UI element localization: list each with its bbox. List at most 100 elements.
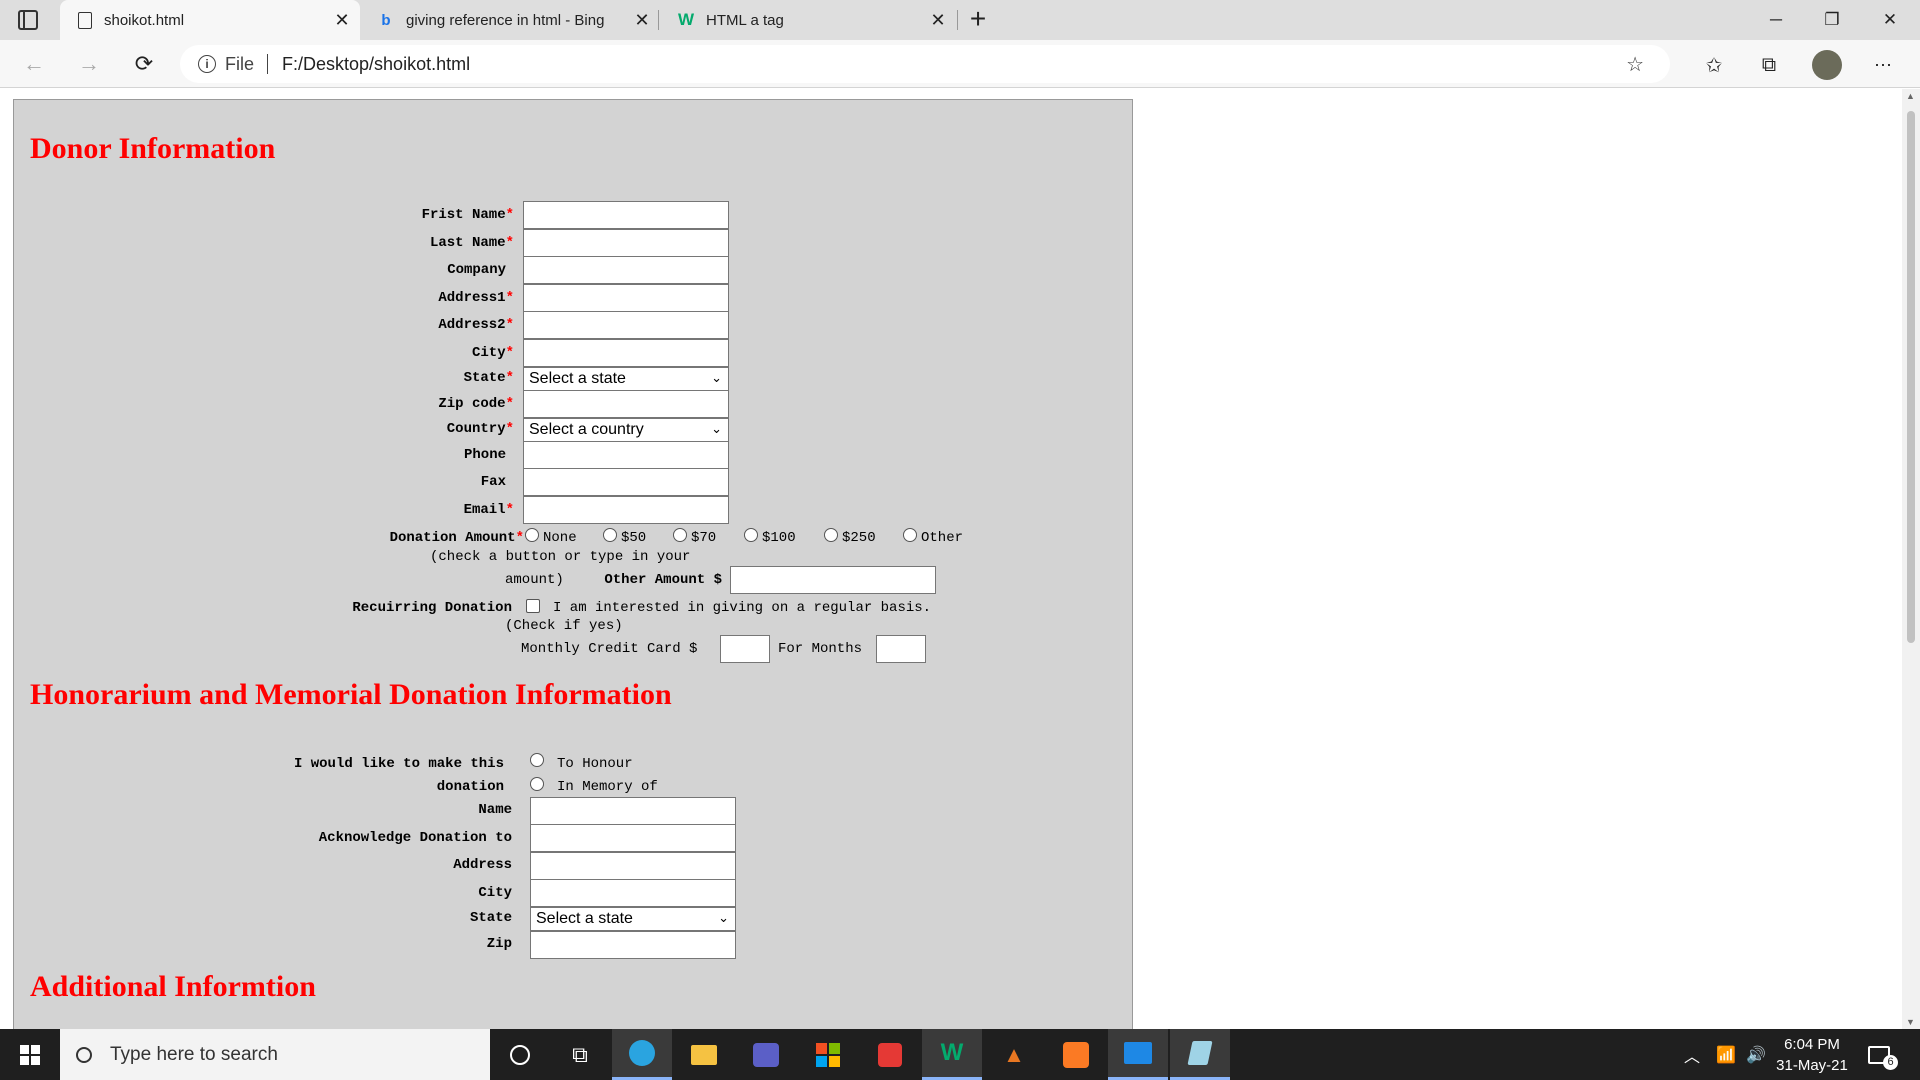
cortana-icon[interactable] [490, 1029, 550, 1080]
donor-info-heading: Donor Information [30, 132, 276, 165]
new-tab-button[interactable]: + [962, 2, 994, 38]
close-tab-icon[interactable]: ✕ [330, 8, 354, 32]
restore-icon[interactable]: ❐ [1804, 0, 1860, 40]
fax-label: Fax [480, 474, 506, 490]
tab-w3schools[interactable]: W HTML a tag ✕ [660, 0, 956, 40]
avatar[interactable] [1810, 48, 1844, 82]
first-name-input[interactable] [523, 201, 729, 229]
task-view-icon[interactable]: ⧉ [550, 1029, 610, 1080]
windows-start-icon[interactable] [0, 1029, 60, 1080]
first-name-label: Frist Name* [421, 207, 514, 223]
favorites-icon[interactable]: ✩ [1697, 48, 1731, 82]
refresh-icon[interactable]: ⟳ [128, 48, 160, 80]
address2-input[interactable] [523, 311, 729, 339]
tab-bing[interactable]: b giving reference in html - Bing ✕ [360, 0, 660, 40]
search-placeholder: Type here to search [110, 1043, 278, 1065]
monthly-amount-input[interactable] [720, 635, 770, 663]
donation-other-radio[interactable] [903, 528, 917, 542]
zip-input[interactable] [523, 390, 729, 418]
email-input[interactable] [523, 496, 729, 524]
volume-icon[interactable]: 🔊 [1746, 1029, 1766, 1080]
taskbar-search[interactable]: Type here to search [60, 1029, 490, 1080]
donation-100-radio[interactable] [744, 528, 758, 542]
address1-input[interactable] [523, 284, 729, 312]
microsoft-store-icon[interactable] [798, 1029, 858, 1080]
donation-50-radio[interactable] [603, 528, 617, 542]
edge-icon[interactable] [612, 1029, 672, 1080]
memory-radio[interactable] [530, 777, 544, 791]
recurring-checkbox[interactable] [526, 599, 540, 613]
state-select[interactable]: Select a state ⌄ [523, 367, 729, 391]
tab-shoikot[interactable]: shoikot.html ✕ [60, 0, 360, 40]
scroll-down-icon[interactable]: ▼ [1906, 1017, 1915, 1027]
months-label: For Months [778, 641, 863, 657]
scroll-up-icon[interactable]: ▲ [1906, 91, 1915, 101]
notepad-icon[interactable] [1170, 1029, 1230, 1080]
teams-icon[interactable] [736, 1029, 796, 1080]
address-divider [267, 54, 269, 74]
last-name-input[interactable] [523, 229, 729, 257]
clock-time: 6:04 PM [1784, 1035, 1840, 1053]
acknowledge-label: Acknowledge Donation to [318, 830, 512, 846]
file-explorer-icon[interactable] [674, 1029, 734, 1080]
notifications-icon[interactable]: 6 [1868, 1029, 1898, 1080]
chevron-down-icon: ⌄ [718, 910, 729, 925]
info-icon[interactable]: i [198, 55, 216, 73]
honour-radio[interactable] [530, 753, 544, 767]
country-select[interactable]: Select a country ⌄ [523, 418, 729, 442]
photos-icon[interactable] [1108, 1029, 1168, 1080]
address-bar[interactable]: i File F:/Desktop/shoikot.html ☆ [180, 45, 1670, 83]
close-tab-icon[interactable]: ✕ [926, 8, 950, 32]
close-window-icon[interactable]: ✕ [1862, 0, 1918, 40]
url-text[interactable]: F:/Desktop/shoikot.html [282, 54, 470, 75]
back-icon[interactable]: ← [18, 48, 50, 80]
matlab-icon[interactable]: ▲ [984, 1029, 1044, 1080]
close-tab-icon[interactable]: ✕ [630, 8, 654, 32]
fax-input[interactable] [523, 468, 729, 496]
w3-app-icon[interactable]: W [922, 1029, 982, 1080]
tab-label: giving reference in html - Bing [406, 11, 605, 29]
clock[interactable]: 6:04 PM 31-May-21 [1772, 1029, 1852, 1080]
honor-state-select[interactable]: Select a state ⌄ [530, 907, 736, 931]
honor-name-input[interactable] [530, 797, 736, 825]
scrollbar-thumb[interactable] [1907, 111, 1915, 643]
donation-70-radio[interactable] [673, 528, 687, 542]
company-input[interactable] [523, 256, 729, 284]
more-icon[interactable]: ⋯ [1866, 48, 1900, 82]
recurring-hint: (Check if yes) [505, 618, 623, 634]
honor-state-label: State [469, 910, 512, 926]
recurring-label: Recuirring Donation [352, 600, 512, 616]
donation-none-radio[interactable] [525, 528, 539, 542]
donation-250-radio[interactable] [824, 528, 838, 542]
country-label: Country* [446, 421, 514, 437]
chevron-down-icon: ⌄ [711, 370, 722, 385]
city-input[interactable] [523, 339, 729, 367]
page-icon [78, 11, 92, 29]
collections-icon[interactable]: ⧉ [1752, 48, 1786, 82]
donation-none-label: None [543, 530, 577, 546]
tab-actions-icon[interactable] [18, 10, 38, 30]
other-amount-label: Other Amount $ [604, 572, 722, 588]
phone-input[interactable] [523, 441, 729, 469]
search-icon [76, 1046, 92, 1063]
network-icon[interactable]: 📶 [1716, 1029, 1736, 1080]
honor-address-input[interactable] [530, 852, 736, 880]
w3schools-icon: W [677, 10, 695, 29]
tab-divider [957, 10, 958, 30]
app-red-icon[interactable] [860, 1029, 920, 1080]
honor-city-input[interactable] [530, 879, 736, 907]
honor-name-label: Name [478, 802, 512, 818]
bing-icon: b [381, 11, 391, 29]
acknowledge-input[interactable] [530, 824, 736, 852]
donation-70-label: $70 [691, 530, 717, 546]
city-label: City* [471, 345, 514, 361]
minimize-icon[interactable]: ─ [1748, 0, 1804, 40]
other-amount-input[interactable] [730, 566, 936, 594]
show-hidden-icons-icon[interactable]: ︿ [1684, 1029, 1700, 1080]
xampp-icon[interactable] [1046, 1029, 1106, 1080]
honor-zip-input[interactable] [530, 931, 736, 959]
forward-icon[interactable]: → [73, 48, 105, 80]
page-scrollbar[interactable]: ▲ ▼ [1902, 89, 1920, 1029]
add-favorite-icon[interactable]: ☆ [1626, 52, 1644, 77]
months-input[interactable] [876, 635, 926, 663]
